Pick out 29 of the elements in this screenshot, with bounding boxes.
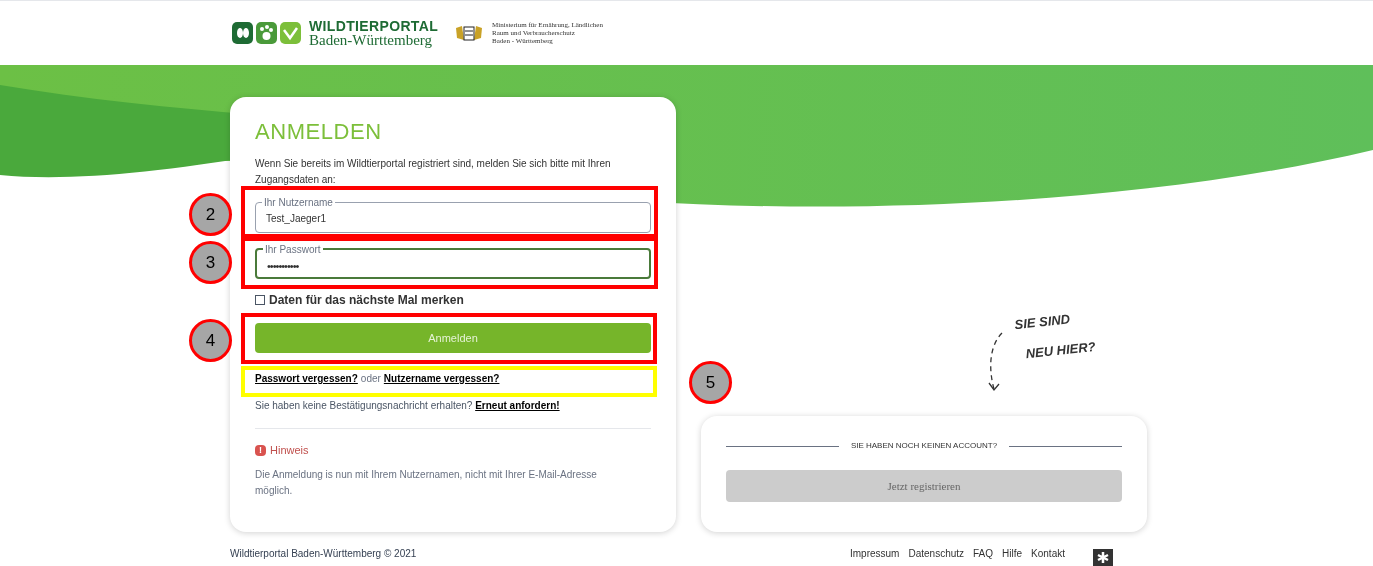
copyright-text: Wildtierportal Baden-Württemberg © 2021	[230, 547, 417, 561]
step-marker: 4	[189, 319, 232, 362]
coat-of-arms-icon	[454, 24, 485, 42]
forgot-username-link[interactable]: Nutzername vergessen?	[383, 371, 500, 386]
footer-link[interactable]: Hilfe	[1002, 546, 1023, 561]
intro-text: Wenn Sie bereits im Wildtierportal registriert sind, melden Sie sich bitte mit Ihren Zugangsdaten an:	[255, 157, 612, 187]
footer-link[interactable]: Impressum	[850, 546, 900, 561]
resend-link[interactable]: Erneut anfordern!	[475, 400, 560, 411]
notice-title: Hinweis	[270, 443, 309, 458]
logo-title: WILDTIERPORTAL	[309, 18, 439, 33]
logo-subtitle: Baden-Württemberg	[309, 32, 433, 48]
resend-text: Sie haben keine Bestätigungsnachricht erhalten? Erneut anfordern!	[255, 399, 561, 413]
remember-label: Daten für das nächste Mal merken	[269, 292, 464, 309]
footer-link[interactable]: FAQ	[973, 546, 994, 561]
register-heading: SIE HABEN NOCH KEINEN ACCOUNT?	[850, 440, 998, 452]
notice-text: Die Anmeldung is nun mit Ihrem Nutzernamen, nicht mit Ihrer E-Mail-Adresse möglich.	[255, 467, 598, 498]
login-title: ANMELDEN	[255, 118, 383, 146]
handwritten-prompt: SIE SIND NEU HIER?	[1013, 310, 1097, 363]
accessibility-icon[interactable]	[1093, 549, 1113, 566]
or-text: oder	[360, 372, 381, 386]
footer-link[interactable]: Datenschutz	[908, 546, 965, 561]
step-marker: 3	[189, 241, 232, 284]
footer-link[interactable]: Kontakt	[1031, 546, 1065, 561]
step-marker: 5	[689, 361, 732, 404]
remember-checkbox[interactable]	[255, 295, 265, 305]
warning-icon: !	[255, 444, 266, 456]
forgot-password-link[interactable]: Passwort vergessen?	[255, 371, 358, 386]
step-marker: 2	[189, 193, 232, 236]
logo-icon	[232, 22, 301, 44]
